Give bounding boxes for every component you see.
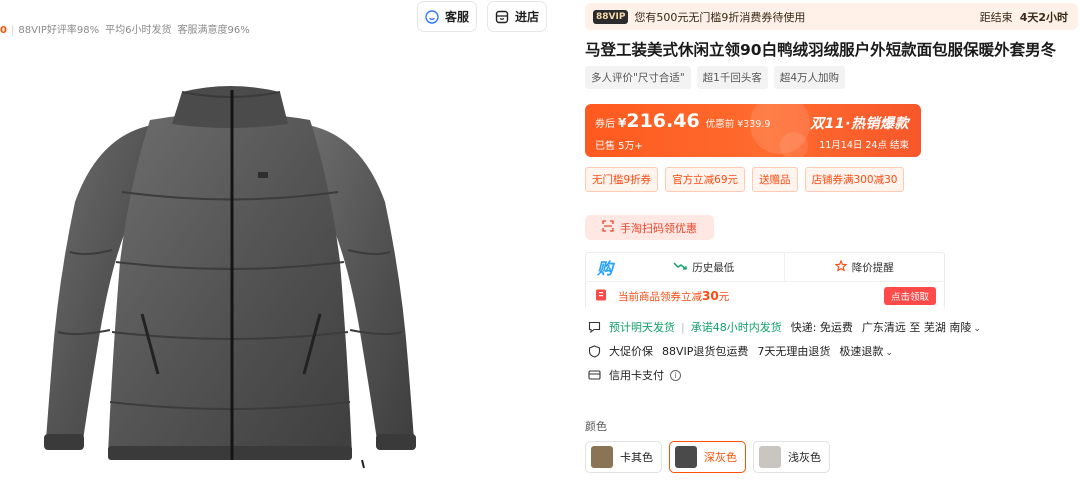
shop-stats: 0 | 88VIP好评率98% 平均6小时发货 客服满意度96% [0,21,256,36]
color-section-label: 颜色 [585,420,607,433]
product-tag: 超4万人加购 [773,66,846,89]
price-card: 券后 ¥ 216.46 优惠前 ¥339.9 已售 5万+ 双11·热销爆款 1… [585,104,921,157]
store-icon [495,10,509,24]
promo-end-time: 11月14日 24点 结束 [819,140,909,151]
ship-route[interactable]: 广东清远 至 芜湖 南陵 ⌄ [862,319,981,335]
price-tools-row: 购 历史最低 降价提醒 [586,253,944,282]
coupon-tag[interactable]: 送赠品 [752,167,798,192]
color-option-dark-grey[interactable]: 深灰色 [669,441,746,473]
no-reason-return: 7天无理由退货 [757,345,831,358]
shipping-row: 预计明天发货 | 承诺48小时内发货 快递: 免运费 广东清远 至 芜湖 南陵 ⌄ [587,319,981,335]
return-shipping: 88VIP退货包运费 [662,345,749,358]
coupon-claim-prefix: 当前商品领券立减 [618,290,702,303]
product-tag: 超1千回头客 [696,66,768,89]
coupon-claim-row[interactable]: 当前商品领券立减30元 点击领取 [586,282,944,310]
coupon-claim-suffix: 元 [718,290,730,303]
customer-service-button[interactable]: 客服 [417,1,477,32]
price-currency: ¥ [618,116,627,130]
shop-score: 0 [0,25,7,36]
coupon-tag[interactable]: 无门槛9折券 [585,167,659,192]
credit-card-icon [587,368,601,382]
vip-countdown: 距结束 4天2小时 [980,9,1068,25]
price-alert-label: 降价提醒 [851,261,894,274]
service-icon [425,9,439,24]
coupon-claim-amount: 30 [702,288,719,303]
scan-icon [602,220,614,235]
original-price: 优惠前 ¥339.9 [705,119,771,130]
ship-route-label: 广东清远 至 芜湖 南陵 [861,321,972,334]
color-option-label: 浅灰色 [788,451,821,464]
express-fee: 快递: 免运费 [790,321,853,334]
color-swatch-thumb [675,446,697,468]
scan-coupon-label: 手淘扫码领优惠 [620,221,697,235]
price-tools-box: 购 历史最低 降价提醒 当前商品领券立减30元 点击领取 [585,252,945,310]
price-alert-button[interactable]: 降价提醒 [783,253,945,281]
countdown-prefix: 距结束 [979,10,1013,24]
coupon-tag[interactable]: 官方立减69元 [665,167,746,192]
history-low-button[interactable]: 历史最低 [624,253,784,281]
enter-store-label: 进店 [514,10,539,24]
vip-badge: 88VIP [593,9,629,24]
scan-coupon-button[interactable]: 手淘扫码领优惠 [585,215,714,240]
product-image[interactable] [30,62,430,472]
guarantee-row: 大促价保 88VIP退货包运费 7天无理由退货 极速退款 ⌄ [587,343,893,359]
decoration [780,132,808,157]
color-swatch-thumb [759,446,781,468]
info-icon[interactable]: i [670,369,681,381]
gou-logo-icon: 购 [596,259,613,278]
color-swatch-thumb [591,446,613,468]
shield-icon [587,344,601,358]
color-option-khaki[interactable]: 卡其色 [585,441,662,473]
promo-title: 双11·热销爆款 [810,116,909,132]
product-tag: 多人评价"尺寸合适" [585,66,691,89]
stat-vip-rating: 88VIP好评率98% [18,25,100,36]
price-row: 券后 ¥ 216.46 优惠前 ¥339.9 [595,110,770,132]
stats-separator: | [10,25,15,36]
color-option-label: 卡其色 [620,451,653,464]
credit-card-label: 信用卡支付 [609,369,664,382]
payment-row: 信用卡支付 i [587,367,681,383]
coupon-claim-text: 当前商品领券立减30元 [618,289,729,304]
fast-refund-label: 极速退款 [839,345,884,358]
chat-icon [587,320,601,334]
star-icon [834,259,848,275]
stat-ship-time: 平均6小时发货 [105,25,172,36]
fast-refund[interactable]: 极速退款 ⌄ [839,343,893,359]
price-prefix: 券后 [595,119,615,130]
sold-count: 已售 5万+ [595,141,643,152]
history-low-label: 历史最低 [692,261,735,274]
coupon-tags: 无门槛9折券 官方立减69元 送赠品 店铺券满300减30 [585,167,905,192]
coupon-tag[interactable]: 店铺券满300减30 [804,167,905,192]
enter-store-button[interactable]: 进店 [487,1,547,32]
customer-service-label: 客服 [444,10,469,24]
divider: | [681,320,685,334]
color-option-label: 深灰色 [704,451,737,464]
vip-coupon-banner[interactable]: 88VIP 您有500元无门槛9折消费券待使用 距结束 4天2小时 [585,3,1078,30]
color-options: 卡其色 深灰色 浅灰色 [585,441,830,473]
product-tags: 多人评价"尺寸合适" 超1千回头客 超4万人加购 [585,66,846,89]
price-protect: 大促价保 [609,345,653,358]
countdown-value: 4天2小时 [1019,10,1068,24]
price-value: 216.46 [626,110,700,132]
ticket-icon [594,287,618,306]
chevron-down-icon: ⌄ [885,348,893,358]
product-title: 马登工装美式休闲立领90白鸭绒羽绒服户外短款面包服保暖外套男冬 [585,41,1057,59]
claim-coupon-button[interactable]: 点击领取 [883,287,936,305]
color-option-light-grey[interactable]: 浅灰色 [753,441,830,473]
chevron-down-icon: ⌄ [973,324,981,334]
trend-down-icon [673,261,687,274]
stat-service-rating: 客服满意度96% [177,25,250,36]
ship-time: 预计明天发货 [609,321,675,334]
vip-banner-text: 您有500元无门槛9折消费券待使用 [634,10,806,24]
ship-promise: 承诺48小时内发货 [690,321,782,334]
